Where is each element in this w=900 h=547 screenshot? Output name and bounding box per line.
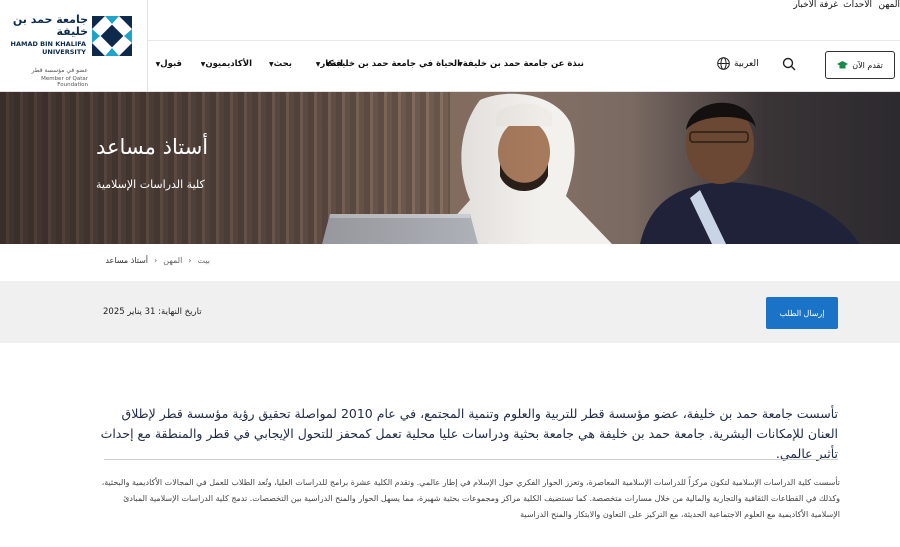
logo-member-ar: عضو في مؤسسة قطر: [31, 67, 88, 74]
logo-name-ar: جامعة حمد بن خليفة: [12, 13, 88, 38]
search-icon[interactable]: [782, 57, 796, 71]
chevron-left-icon: ‹: [188, 256, 192, 265]
job-info-bar: تاريخ النهاية: 31 يناير 2025 إرسال الطلب: [0, 281, 900, 343]
breadcrumb: بيت ‹ المهن ‹ أستاذ مساعد: [105, 256, 210, 265]
top-link-careers[interactable]: المهن: [879, 0, 900, 10]
chevron-left-icon: ‹: [154, 256, 158, 265]
nav-admissions[interactable]: قبول▼: [152, 59, 182, 69]
nav-admissions-label: قبول: [160, 59, 182, 69]
breadcrumb-current: أستاذ مساعد: [105, 256, 149, 265]
top-link-events[interactable]: الأحداث: [843, 0, 872, 10]
closing-date: تاريخ النهاية: 31 يناير 2025: [103, 307, 202, 317]
site-header: جامعة حمد بن خليفة HAMAD BIN KHALIFA UNI…: [0, 0, 900, 92]
breadcrumb-careers[interactable]: المهن: [163, 256, 182, 265]
apply-now-button[interactable]: تقدم الآن: [825, 51, 895, 79]
globe-icon: [717, 57, 730, 70]
university-emblem-icon: [92, 16, 132, 56]
hero-banner: أستاذ مساعد كلية الدراسات الإسلامية: [0, 92, 900, 244]
top-link-newsroom[interactable]: غرفة الأخبار: [793, 0, 838, 10]
nav-innovation-label: ابتكار: [320, 59, 343, 69]
submit-application-button[interactable]: إرسال الطلب: [766, 297, 838, 329]
college-description: تأسست كلية الدراسات الإسلامية لتكون مركز…: [101, 478, 840, 519]
language-label: العربية: [734, 58, 759, 69]
breadcrumb-home[interactable]: بيت: [198, 256, 211, 265]
page-title: أستاذ مساعد: [96, 135, 209, 159]
university-logo[interactable]: جامعة حمد بن خليفة HAMAD BIN KHALIFA UNI…: [0, 0, 148, 92]
nav-academics-label: الأكاديميون: [205, 59, 252, 69]
nav-innovation[interactable]: ابتكار▼: [312, 59, 343, 69]
content-divider: [104, 459, 838, 460]
header-divider: [148, 40, 900, 41]
intro-paragraph: تأسست جامعة حمد بن خليفة، عضو مؤسسة قطر …: [100, 406, 838, 461]
page-subtitle: كلية الدراسات الإسلامية: [96, 178, 205, 191]
nav-research-label: بحث: [273, 59, 292, 69]
graduation-cap-icon: [837, 60, 849, 68]
language-switcher[interactable]: العربية: [717, 57, 759, 70]
nav-academics[interactable]: الأكاديميون▼: [197, 59, 252, 69]
hero-overlay: [0, 92, 900, 244]
logo-member-en: Member of Qatar Foundation: [41, 76, 88, 88]
nav-life-label: الحياة في جامعة حمد بن خليفة: [330, 59, 460, 69]
nav-about-label: نبذة عن جامعة حمد بن خليفة: [462, 59, 584, 69]
apply-now-label: تقدم الآن: [852, 60, 883, 70]
nav-about[interactable]: نبذة عن جامعة حمد بن خليفة▼: [454, 59, 584, 69]
nav-research[interactable]: بحث▼: [265, 59, 292, 69]
logo-name-en: HAMAD BIN KHALIFA UNIVERSITY: [10, 40, 87, 56]
